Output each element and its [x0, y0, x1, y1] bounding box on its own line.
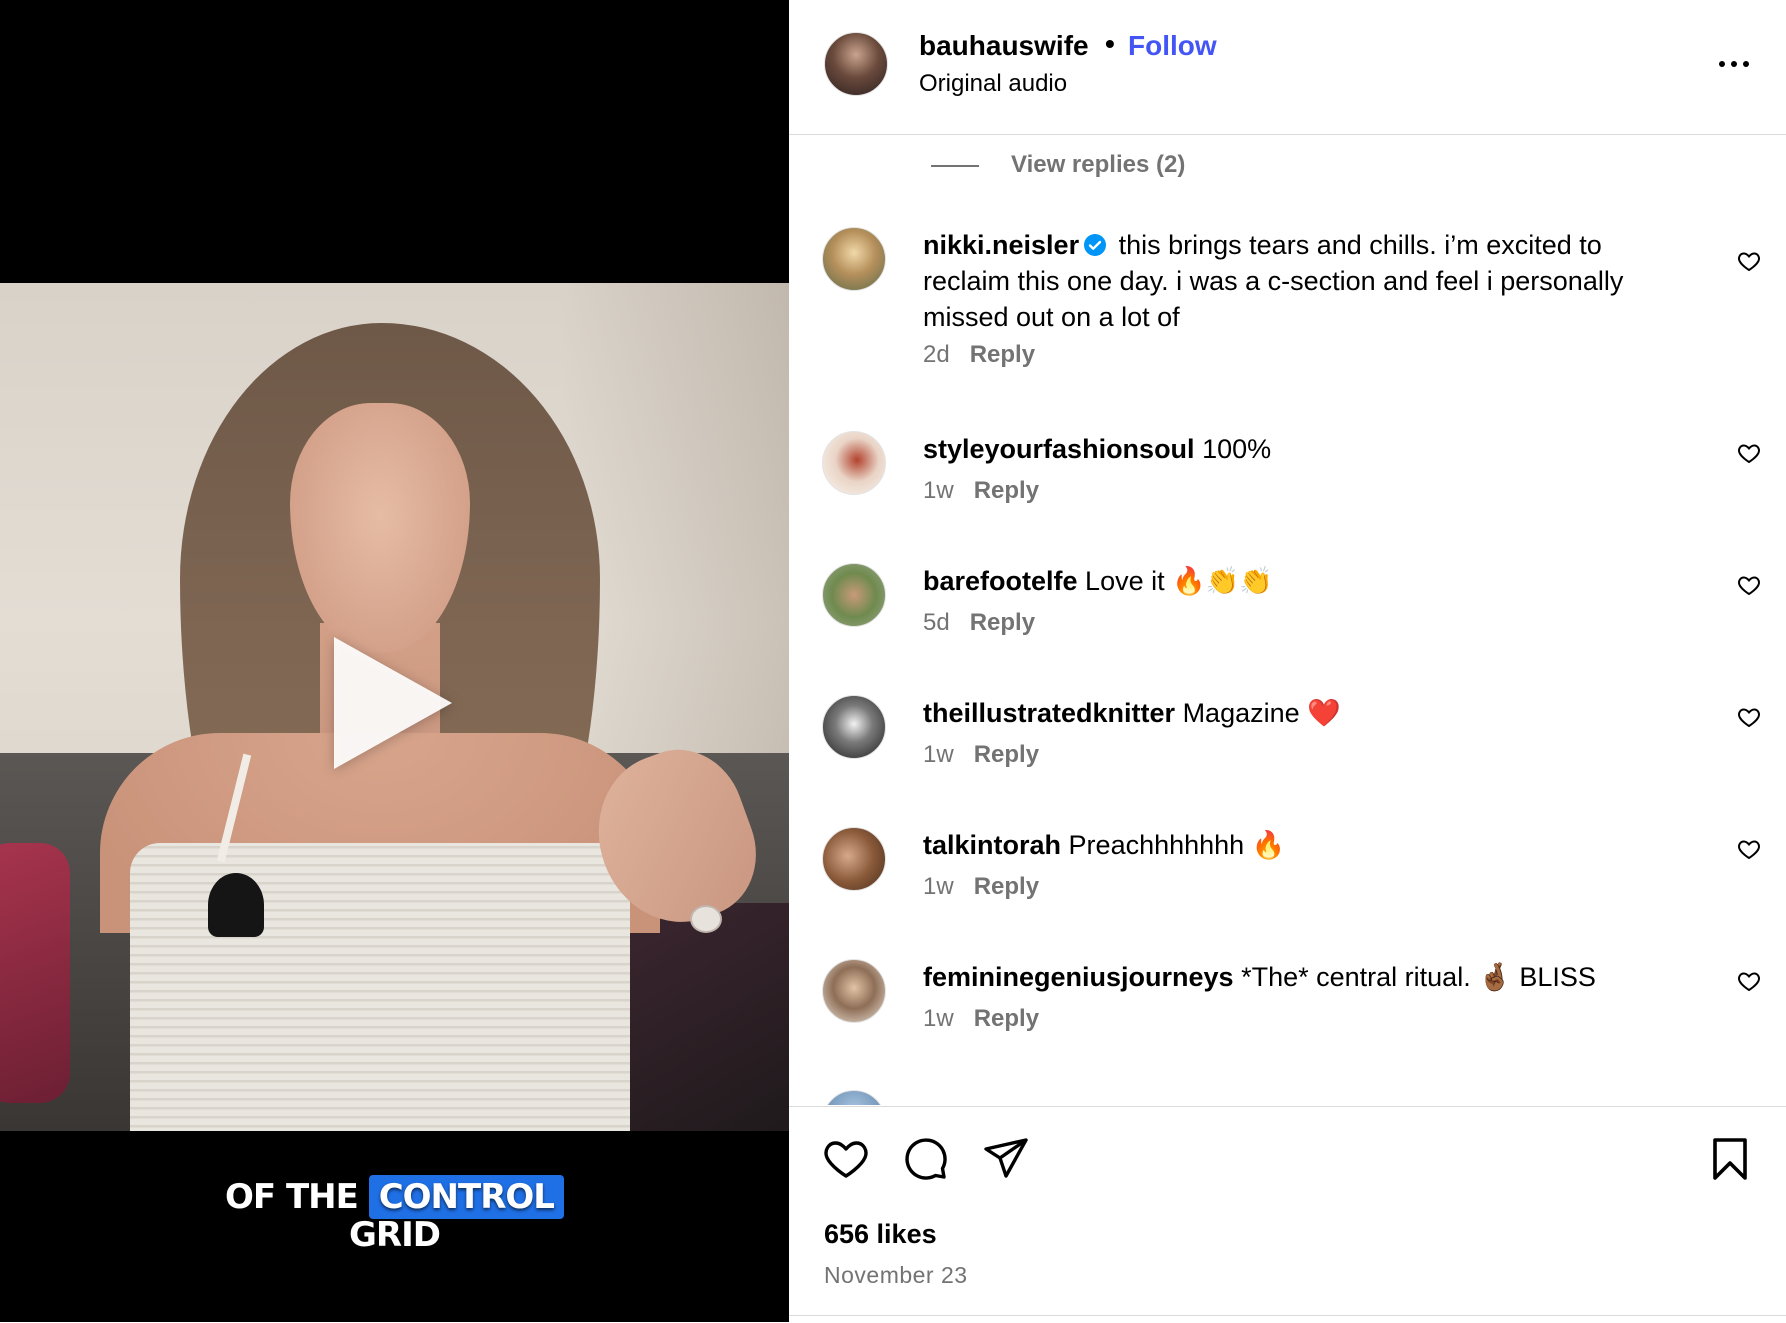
comment-username[interactable]: theillustratedknitter [923, 698, 1175, 728]
likes-count[interactable]: 656 likes [824, 1219, 937, 1250]
comment-username[interactable]: femininegeniusjourneys [923, 962, 1234, 992]
comment-time[interactable]: 1w [923, 1005, 954, 1032]
commenter-avatar[interactable] [822, 431, 886, 495]
comment-meta: 1w Reply [923, 477, 1039, 505]
reply-button[interactable]: Reply [974, 873, 1039, 900]
comment-username[interactable]: talkintorah [923, 830, 1061, 860]
reply-button[interactable]: Reply [974, 741, 1039, 768]
caption-prefix: OF THE [225, 1177, 359, 1217]
lapel-mic [208, 873, 264, 937]
comment-body: 100% [1202, 434, 1272, 464]
commenter-avatar[interactable] [822, 695, 886, 759]
comment-time[interactable]: 1w [923, 741, 954, 768]
author-avatar[interactable] [824, 32, 888, 96]
comment-body: *The* central ritual. 🤞🏾 BLISS [1241, 962, 1596, 992]
video-caption-line-2: GRID [349, 1215, 441, 1255]
post-actions: 656 likes November 23 [789, 1106, 1786, 1323]
share-icon[interactable] [982, 1135, 1030, 1183]
comment-meta: 1w Reply [923, 741, 1039, 769]
comment-time[interactable]: 1w [923, 873, 954, 900]
author-username[interactable]: bauhauswife [919, 30, 1089, 62]
commenter-avatar[interactable] [822, 827, 886, 891]
verified-badge-icon [1084, 233, 1107, 256]
follow-button[interactable]: Follow [1128, 30, 1217, 62]
comment-time[interactable]: 1w [923, 477, 954, 504]
post-date[interactable]: November 23 [824, 1262, 968, 1289]
comment-username[interactable]: styleyourfashionsoul [923, 434, 1195, 464]
comment-body: Preachhhhhhh 🔥 [1068, 830, 1286, 860]
comment-text: styleyourfashionsoul 100% [923, 431, 1683, 467]
view-replies-button[interactable]: View replies (2) [1011, 151, 1185, 179]
comment-meta: 2d Reply [923, 341, 1035, 369]
comment-username[interactable]: barefootelfe [923, 566, 1078, 596]
comment-heart-icon[interactable] [1737, 969, 1761, 993]
pillow-left [0, 843, 70, 1103]
commenter-avatar[interactable] [822, 959, 886, 1023]
comment-icon[interactable] [902, 1135, 950, 1183]
heart-icon[interactable] [822, 1135, 870, 1183]
comment-heart-icon[interactable] [1737, 837, 1761, 861]
post-header: bauhauswife • Follow Original audio [789, 0, 1786, 135]
comment-text: nikki.neisler this brings tears and chil… [923, 227, 1683, 335]
more-horizontal-icon[interactable] [1713, 52, 1755, 76]
replies-line [931, 165, 979, 167]
video-caption-line-1: OF THE CONTROL [0, 1175, 789, 1219]
comment-text: theillustratedknitter Magazine ❤️ [923, 695, 1683, 731]
comment-meta: 1w Reply [923, 1005, 1039, 1033]
commenter-avatar[interactable] [822, 563, 886, 627]
comment-heart-icon[interactable] [1737, 441, 1761, 465]
comment-meta: 5d Reply [923, 609, 1035, 637]
comment-text: barefootelfe Love it 🔥👏👏 [923, 563, 1683, 599]
comment-body: Magazine ❤️ [1182, 698, 1341, 728]
post-details-panel: bauhauswife • Follow Original audio View… [789, 0, 1786, 1322]
reply-button[interactable]: Reply [974, 1005, 1039, 1032]
comment-text: femininegeniusjourneys *The* central rit… [923, 959, 1683, 995]
video-player[interactable]: OF THE CONTROL GRID [0, 0, 789, 1322]
comment-time[interactable]: 5d [923, 609, 950, 636]
audio-label[interactable]: Original audio [919, 70, 1067, 98]
comment-heart-icon[interactable] [1737, 249, 1761, 273]
commenter-avatar[interactable] [822, 1090, 886, 1105]
comment-time[interactable]: 2d [923, 341, 950, 368]
commenter-avatar[interactable] [822, 227, 886, 291]
comment-heart-icon[interactable] [1737, 705, 1761, 729]
separator-dot: • [1105, 28, 1115, 59]
comments-list[interactable]: View replies (2) nikki.neisler this brin… [789, 135, 1786, 1105]
bookmark-icon[interactable] [1706, 1135, 1754, 1183]
comment-username[interactable]: nikki.neisler [923, 230, 1079, 260]
play-icon[interactable] [334, 637, 452, 769]
divider [789, 1315, 1786, 1316]
comment-body: Love it 🔥👏👏 [1085, 566, 1273, 596]
caption-highlight: CONTROL [368, 1175, 564, 1219]
person-top [130, 843, 630, 1131]
comment-meta: 1w Reply [923, 873, 1039, 901]
ring [690, 905, 722, 933]
comment-heart-icon[interactable] [1737, 573, 1761, 597]
reply-button[interactable]: Reply [974, 477, 1039, 504]
reply-button[interactable]: Reply [970, 609, 1035, 636]
comment-text: talkintorah Preachhhhhhh 🔥 [923, 827, 1683, 863]
reply-button[interactable]: Reply [970, 341, 1035, 368]
